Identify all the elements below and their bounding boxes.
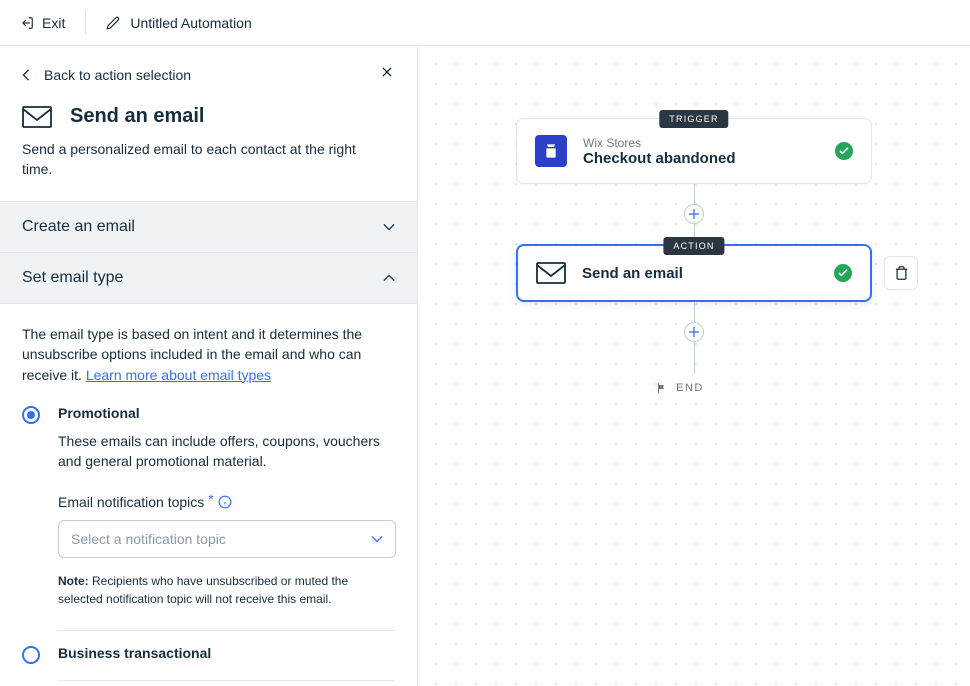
topbar: Exit Untitled Automation: [0, 0, 970, 46]
automation-title[interactable]: Untitled Automation: [106, 15, 251, 31]
action-pill: ACTION: [663, 237, 724, 255]
select-placeholder: Select a notification topic: [71, 531, 226, 547]
plus-icon: [689, 209, 699, 219]
radio-transactional-row: Business transactional: [22, 631, 395, 664]
note-text: Note: Recipients who have unsubscribed o…: [58, 572, 396, 608]
check-icon: [834, 264, 852, 282]
action-title: Send an email: [70, 105, 205, 128]
end-label: END: [676, 382, 704, 394]
exit-button[interactable]: Exit: [20, 15, 65, 31]
connector: [694, 342, 695, 374]
radio-transactional[interactable]: [22, 646, 40, 664]
type-intro-text: The email type is based on intent and it…: [22, 324, 395, 385]
flag-icon: [656, 382, 668, 394]
add-step-button[interactable]: [684, 322, 704, 342]
connector: [694, 302, 695, 322]
chevron-down-icon: [383, 223, 395, 231]
end-marker: END: [656, 382, 704, 394]
chevron-up-icon: [383, 274, 395, 282]
back-label: Back to action selection: [44, 67, 191, 83]
radio-promotional[interactable]: [22, 406, 40, 424]
exit-label: Exit: [42, 15, 65, 31]
divider: [85, 11, 86, 35]
trash-icon: [894, 265, 909, 281]
info-icon[interactable]: [218, 495, 232, 509]
config-panel: Back to action selection Send an email S…: [0, 46, 418, 686]
close-icon: [379, 64, 395, 80]
radio-promotional-desc: These emails can include offers, coupons…: [58, 431, 396, 472]
mail-icon: [536, 262, 566, 284]
chevron-left-icon: [22, 69, 30, 81]
action-node-title: Send an email: [582, 265, 683, 282]
chevron-down-icon: [371, 535, 383, 543]
notification-topic-select[interactable]: Select a notification topic: [58, 520, 396, 558]
radio-promotional-row: Promotional These emails can include off…: [22, 405, 395, 608]
back-button[interactable]: Back to action selection: [22, 67, 191, 83]
radio-critical-row: Business critical: [22, 681, 395, 686]
section-type-title: Set email type: [22, 269, 123, 287]
automation-canvas[interactable]: TRIGGER Wix Stores Checkout abandoned: [418, 46, 970, 686]
check-icon: [835, 142, 853, 160]
radio-promotional-label: Promotional: [58, 405, 396, 421]
section-create-title: Create an email: [22, 218, 135, 236]
store-icon: [535, 135, 567, 167]
automation-title-text: Untitled Automation: [130, 15, 251, 31]
exit-icon: [20, 16, 34, 30]
required-indicator: *: [208, 491, 213, 507]
plus-icon: [689, 327, 699, 337]
section-create-email[interactable]: Create an email: [0, 202, 417, 252]
add-step-button[interactable]: [684, 204, 704, 224]
trigger-pill: TRIGGER: [659, 110, 728, 128]
trigger-subtitle: Wix Stores: [583, 136, 736, 150]
trigger-node[interactable]: TRIGGER Wix Stores Checkout abandoned: [516, 118, 872, 184]
section-email-type[interactable]: Set email type: [0, 252, 417, 303]
delete-node-button[interactable]: [884, 256, 918, 290]
radio-transactional-label: Business transactional: [58, 645, 211, 661]
trigger-title: Checkout abandoned: [583, 150, 736, 167]
notification-topic-label: Email notification topics: [58, 494, 204, 510]
close-button[interactable]: [379, 64, 395, 85]
action-node[interactable]: ACTION Send an email: [516, 244, 872, 302]
pencil-icon: [106, 16, 120, 30]
learn-more-link[interactable]: Learn more about email types: [86, 367, 271, 383]
action-description: Send a personalized email to each contac…: [22, 140, 362, 179]
mail-icon: [22, 106, 52, 128]
connector: [694, 184, 695, 204]
